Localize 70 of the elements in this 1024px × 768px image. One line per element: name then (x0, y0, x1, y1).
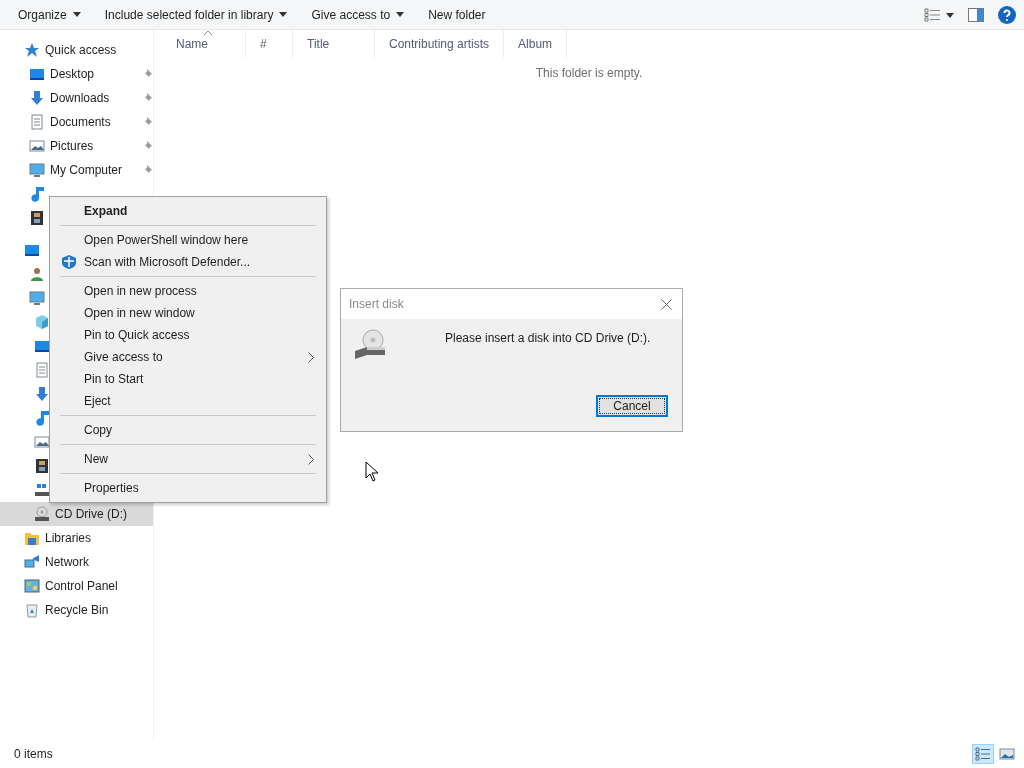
computer-icon (29, 290, 45, 306)
menu-item[interactable]: New (52, 448, 324, 470)
folder-icon (24, 530, 40, 546)
control-panel-icon (24, 578, 40, 594)
nav-item[interactable]: My Computer (50, 163, 123, 177)
picture-icon (29, 138, 45, 154)
menu-item[interactable]: Scan with Microsoft Defender... (52, 251, 324, 273)
menu-item[interactable]: Pin to Quick access (52, 324, 324, 346)
monitor-icon (29, 66, 45, 82)
dialog-title: Insert disk (349, 297, 404, 311)
music-note-icon (34, 410, 50, 426)
monitor-icon (34, 338, 50, 354)
menu-item[interactable]: Pin to Start (52, 368, 324, 390)
toolbar-button[interactable]: Include selected folder in library (94, 3, 298, 26)
menu-item[interactable]: Properties (52, 477, 324, 499)
picture-icon (34, 434, 50, 450)
nav-item[interactable]: Control Panel (45, 579, 118, 593)
star-icon (24, 42, 40, 58)
selected-row-highlight[interactable]: CD Drive (D:) (0, 502, 153, 526)
cancel-button[interactable]: Cancel (596, 395, 668, 417)
nav-item[interactable]: Recycle Bin (45, 603, 109, 617)
menu-item[interactable]: Give access to (52, 346, 324, 368)
nav-item[interactable]: Libraries (45, 531, 92, 545)
toolbar-button[interactable]: Give access to (301, 3, 415, 26)
menu-item[interactable]: Copy (52, 419, 324, 441)
details-view-button[interactable] (972, 744, 994, 764)
close-icon[interactable] (661, 298, 672, 310)
menu-item[interactable]: Eject (52, 390, 324, 412)
view-options-icon[interactable] (924, 7, 954, 22)
menu-item[interactable]: Open in new window (52, 302, 324, 324)
nav-item[interactable]: Documents (50, 115, 111, 129)
toolbar-button[interactable]: Organize (8, 3, 91, 26)
down-arrow-icon (29, 90, 45, 106)
film-icon (34, 458, 50, 474)
column-header[interactable]: Title (293, 30, 375, 58)
nav-item[interactable]: Network (45, 555, 89, 569)
shield-icon (61, 254, 77, 270)
menu-item[interactable]: Open PowerShell window here (52, 229, 324, 251)
monitor-icon (24, 242, 40, 258)
nav-item[interactable]: Desktop (50, 67, 95, 81)
column-header[interactable]: Album (504, 30, 568, 58)
dialog-message: Please insert a disk into CD Drive (D:). (445, 331, 651, 345)
document-icon (29, 114, 45, 130)
nav-item[interactable]: Pictures (50, 139, 94, 153)
document-icon (34, 362, 50, 378)
column-header[interactable]: Contributing artists (375, 30, 505, 58)
drive-icon (34, 482, 50, 498)
cd-drive-icon (353, 329, 387, 361)
menu-item[interactable]: Expand (52, 200, 324, 222)
network-icon (24, 554, 40, 570)
computer-icon (29, 162, 45, 178)
empty-message: This folder is empty. (534, 66, 644, 80)
recycle-bin-icon (24, 602, 40, 618)
down-arrow-icon (34, 386, 50, 402)
film-icon (29, 210, 45, 226)
nav-item[interactable]: Quick access (45, 43, 117, 57)
item-count: 0 items (14, 747, 53, 761)
cube-icon (34, 314, 50, 330)
column-header[interactable]: Name (162, 30, 246, 58)
toolbar-button[interactable]: New folder (418, 3, 496, 26)
cd-drive-icon (34, 506, 50, 522)
nav-item[interactable]: Downloads (50, 91, 110, 105)
menu-item[interactable]: Open in new process (52, 280, 324, 302)
music-note-icon (29, 186, 45, 202)
mouse-pointer-icon (365, 461, 379, 482)
help-icon[interactable] (998, 5, 1016, 24)
column-header[interactable]: # (246, 30, 293, 58)
user-icon (29, 266, 45, 282)
nav-item[interactable]: CD Drive (D:) (55, 507, 127, 521)
preview-pane-icon[interactable] (968, 7, 984, 22)
